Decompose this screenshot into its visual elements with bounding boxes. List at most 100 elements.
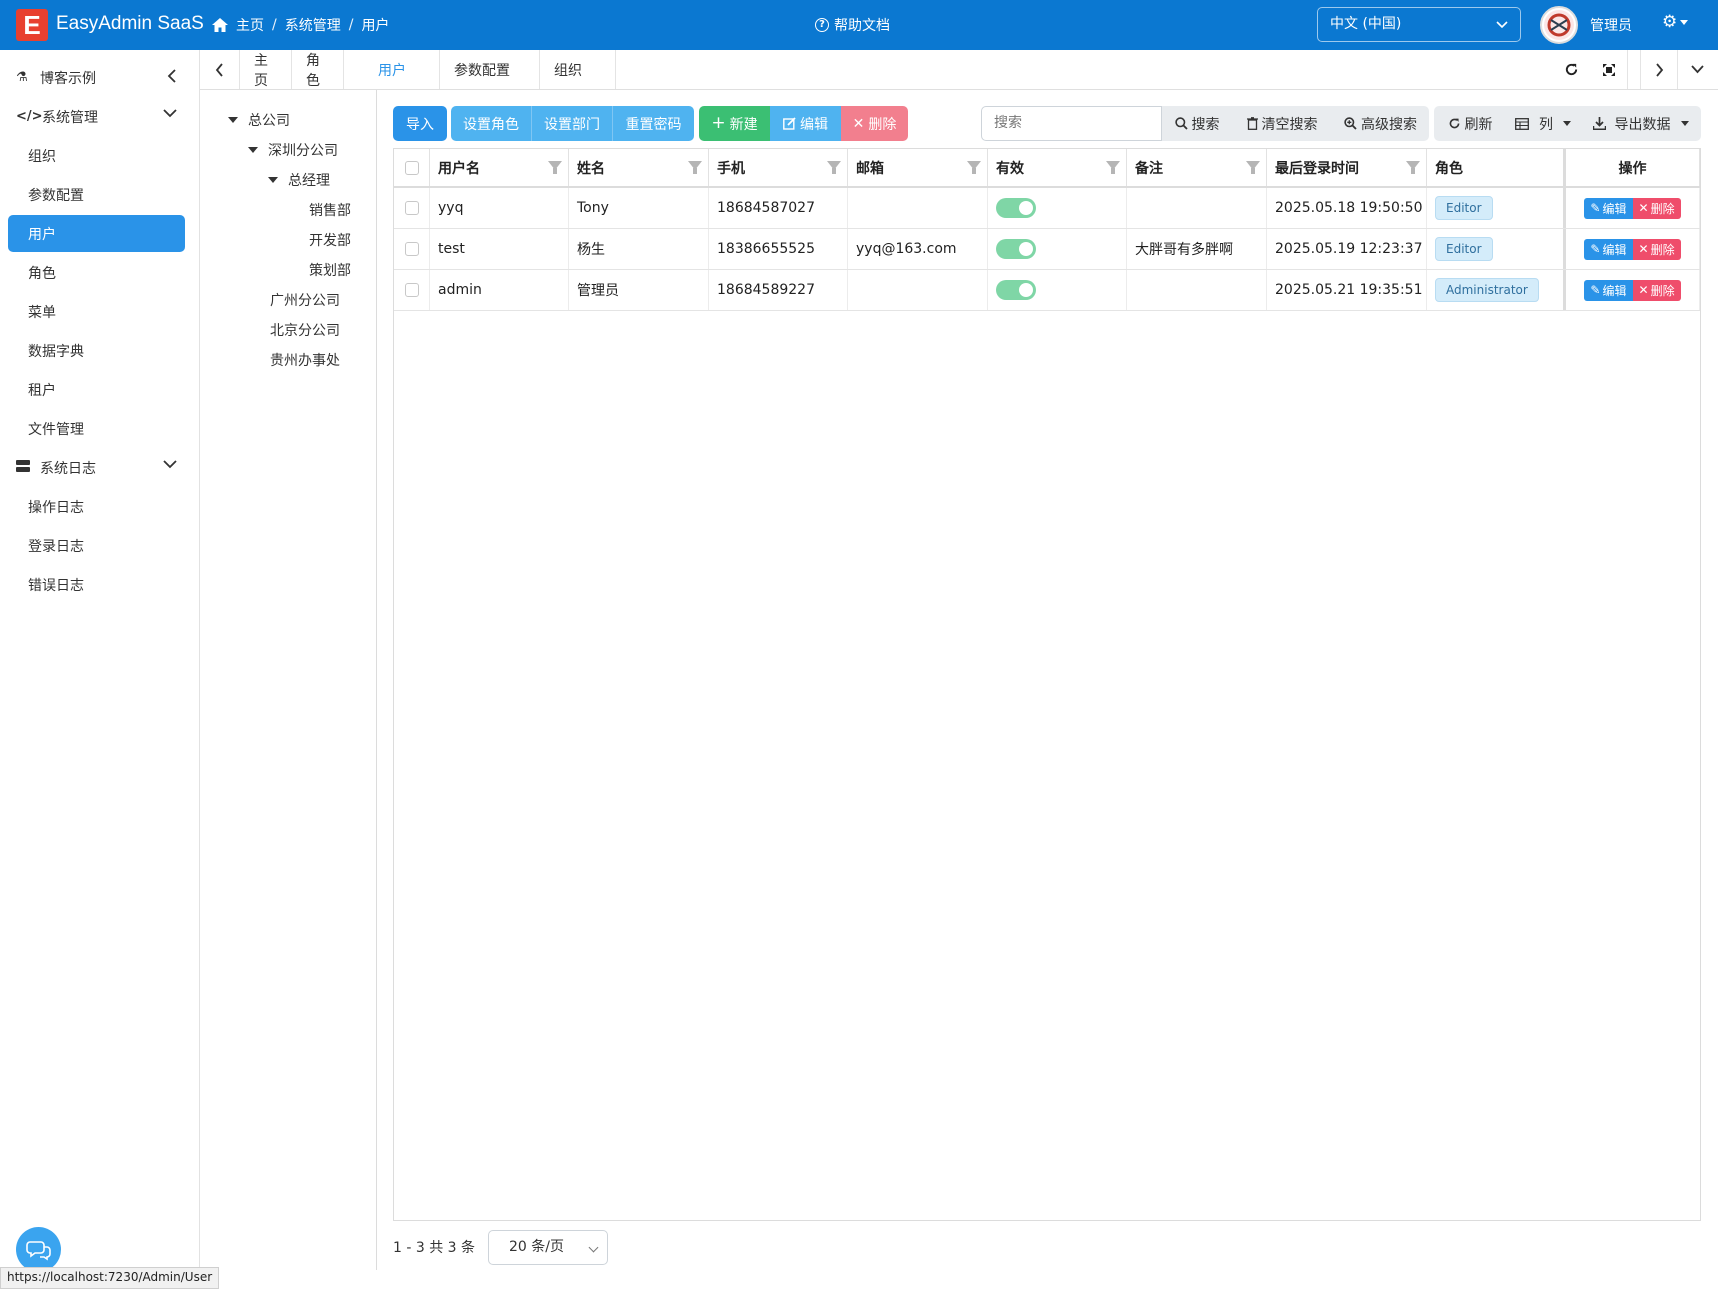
fullscreen-button[interactable]	[1590, 50, 1628, 89]
row-checkbox[interactable]	[404, 201, 419, 215]
sidebar-item-tenants[interactable]: 租户	[0, 370, 199, 409]
chevron-down-icon	[1690, 65, 1704, 74]
clear-search-button[interactable]: 清空搜索	[1232, 106, 1332, 141]
page-size-select[interactable]: 20 条/页	[488, 1230, 608, 1265]
advanced-search-button[interactable]: 高级搜索	[1332, 106, 1429, 141]
language-select[interactable]: 中文 (中国)	[1317, 7, 1521, 42]
row-edit-button[interactable]: ✎ 编辑	[1584, 279, 1633, 301]
search-group: 搜索 搜索 清空搜索 高级搜索	[981, 106, 1429, 141]
reset-password-button[interactable]: 重置密码	[613, 106, 694, 141]
row-delete-button[interactable]: ✕ 删除	[1632, 238, 1681, 260]
sidebar-item-roles[interactable]: 角色	[0, 253, 199, 292]
column-header-phone[interactable]: 手机	[709, 149, 848, 186]
row-delete-button[interactable]: ✕ 删除	[1632, 279, 1681, 301]
tab-roles[interactable]: 角色	[292, 50, 344, 89]
sidebar-item-params[interactable]: 参数配置	[0, 175, 199, 214]
sidebar-item-dictionary[interactable]: 数据字典	[0, 331, 199, 370]
caret-down-icon[interactable]	[248, 147, 258, 153]
tree-node-beijing[interactable]: 北京分公司	[270, 320, 340, 340]
breadcrumb-home[interactable]: 主页	[236, 15, 264, 35]
row-delete-button[interactable]: ✕ 删除	[1632, 197, 1681, 219]
caret-down-icon[interactable]	[268, 177, 278, 183]
filter-icon[interactable]	[688, 161, 702, 174]
sidebar-item-org[interactable]: 组织	[0, 136, 199, 175]
sidebar-item-files[interactable]: 文件管理	[0, 409, 199, 448]
sidebar-group-blog[interactable]: ⚗ 博客示例	[0, 58, 199, 97]
tree-node-plan[interactable]: 策划部	[309, 260, 351, 280]
new-button[interactable]: + 新建	[699, 106, 770, 141]
avatar[interactable]	[1540, 6, 1578, 44]
column-header-name[interactable]: 姓名	[569, 149, 709, 186]
tree-node-shenzhen[interactable]: 深圳分公司	[248, 140, 338, 160]
row-checkbox[interactable]	[404, 283, 419, 297]
app-logo[interactable]: E	[16, 9, 48, 41]
set-role-button[interactable]: 设置角色	[451, 106, 532, 141]
tab-org[interactable]: 组织	[540, 50, 616, 89]
table-row[interactable]: test 杨生 18386655525 yyq@163.com 大胖哥有多胖啊 …	[394, 229, 1700, 270]
search-button[interactable]: 搜索	[1162, 106, 1232, 141]
filter-icon[interactable]	[1106, 161, 1120, 174]
cell-phone: 18386655525	[709, 229, 848, 269]
app-title[interactable]: EasyAdmin SaaS	[56, 13, 204, 35]
table-row[interactable]: admin 管理员 18684589227 2025.05.21 19:35:5…	[394, 270, 1700, 311]
filter-icon[interactable]	[1406, 161, 1420, 174]
breadcrumb-system[interactable]: 系统管理	[285, 15, 341, 35]
tree-node-gm[interactable]: 总经理	[268, 170, 330, 190]
export-dropdown[interactable]: 导出数据	[1580, 106, 1701, 141]
sidebar: ⚗ 博客示例 </> 系统管理 组织 参数配置 用户 角色 菜单 数据字典 租户…	[0, 50, 200, 1289]
reload-tab-button[interactable]	[1552, 50, 1590, 89]
search-input[interactable]: 搜索	[981, 106, 1162, 141]
column-header-remark[interactable]: 备注	[1127, 149, 1267, 186]
chat-button[interactable]	[16, 1227, 61, 1272]
settings-menu[interactable]: ⚙	[1662, 12, 1689, 32]
column-header-username[interactable]: 用户名	[430, 149, 569, 186]
tab-users[interactable]: 用户	[364, 50, 440, 89]
sidebar-group-system[interactable]: </> 系统管理	[0, 97, 199, 136]
sidebar-item-login-log[interactable]: 登录日志	[0, 526, 199, 565]
tab-params[interactable]: 参数配置	[440, 50, 540, 89]
cell-username: admin	[430, 270, 569, 310]
select-all-checkbox[interactable]	[404, 160, 419, 175]
column-header-valid[interactable]: 有效	[988, 149, 1127, 186]
import-button[interactable]: 导入	[393, 106, 447, 141]
tree-node-dev[interactable]: 开发部	[309, 230, 351, 250]
sidebar-item-error-log[interactable]: 错误日志	[0, 565, 199, 604]
table-row[interactable]: yyq Tony 18684587027 2025.05.18 19:50:50…	[394, 188, 1700, 229]
tree-node-hq[interactable]: 总公司	[228, 110, 290, 130]
row-checkbox[interactable]	[404, 242, 419, 256]
valid-toggle[interactable]	[996, 280, 1036, 300]
row-edit-button[interactable]: ✎ 编辑	[1584, 238, 1633, 260]
tab-menu-dropdown[interactable]	[1678, 50, 1716, 89]
breadcrumb-separator: /	[272, 17, 277, 33]
tree-node-guangzhou[interactable]: 广州分公司	[270, 290, 340, 310]
refresh-button[interactable]: 刷新	[1434, 106, 1506, 141]
valid-toggle[interactable]	[996, 239, 1036, 259]
column-header-role[interactable]: 角色	[1427, 149, 1566, 186]
sidebar-item-users[interactable]: 用户	[8, 215, 185, 252]
column-header-email[interactable]: 邮箱	[848, 149, 988, 186]
status-bar-url: https://localhost:7230/Admin/User	[0, 1267, 220, 1289]
filter-icon[interactable]	[967, 161, 981, 174]
column-header-last-login[interactable]: 最后登录时间	[1267, 149, 1427, 186]
edit-button[interactable]: 编辑	[770, 106, 841, 141]
filter-icon[interactable]	[548, 161, 562, 174]
help-docs-link[interactable]: ? 帮助文档	[815, 15, 890, 35]
filter-icon[interactable]	[827, 161, 841, 174]
filter-icon[interactable]	[1246, 161, 1260, 174]
columns-dropdown[interactable]: 列	[1506, 106, 1580, 141]
tree-node-sales[interactable]: 销售部	[309, 200, 351, 220]
tab-home[interactable]: 主页	[240, 50, 292, 89]
user-name[interactable]: 管理员	[1590, 15, 1632, 35]
tree-node-guizhou[interactable]: 贵州办事处	[270, 350, 340, 370]
caret-down-icon[interactable]	[228, 117, 238, 123]
sidebar-group-logs[interactable]: 系统日志	[0, 448, 199, 487]
sidebar-item-menus[interactable]: 菜单	[0, 292, 199, 331]
tab-scroll-right[interactable]	[1640, 50, 1678, 89]
advanced-search-label: 高级搜索	[1361, 116, 1417, 133]
sidebar-item-operation-log[interactable]: 操作日志	[0, 487, 199, 526]
valid-toggle[interactable]	[996, 198, 1036, 218]
set-department-button[interactable]: 设置部门	[532, 106, 613, 141]
delete-button[interactable]: ✕ 删除	[841, 106, 908, 141]
tab-scroll-left[interactable]	[200, 50, 240, 89]
row-edit-button[interactable]: ✎ 编辑	[1584, 197, 1633, 219]
